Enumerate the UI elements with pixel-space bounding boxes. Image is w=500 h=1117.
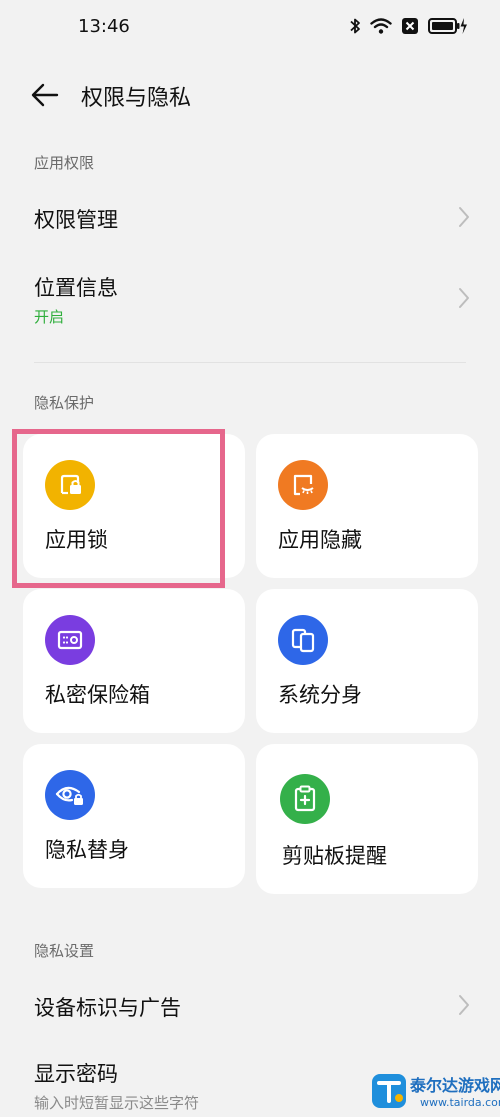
status-bar: 13:46 xyxy=(0,0,500,56)
status-icons xyxy=(349,17,468,35)
location-info-row[interactable]: 位置信息 开启 xyxy=(0,262,500,334)
device-id-ads-row[interactable]: 设备标识与广告 xyxy=(0,980,500,1036)
private-safe-icon xyxy=(45,615,95,665)
wifi-icon xyxy=(370,18,392,34)
app-hide-icon xyxy=(278,460,328,510)
site-watermark: 泰尔达游戏网 www.tairda.com xyxy=(368,1068,500,1117)
chevron-right-icon xyxy=(459,207,469,227)
row-title: 权限管理 xyxy=(34,208,118,232)
arrow-left-icon xyxy=(31,83,59,107)
status-time: 13:46 xyxy=(78,16,130,37)
section-label-privacy-protection: 隐私保护 xyxy=(34,394,95,412)
private-safe-card[interactable]: 私密保险箱 xyxy=(23,589,245,733)
system-clone-icon xyxy=(278,615,328,665)
app-lock-card[interactable]: 应用锁 xyxy=(23,434,245,578)
card-label: 私密保险箱 xyxy=(45,683,150,707)
privacy-double-card[interactable]: 隐私替身 xyxy=(23,744,245,888)
bluetooth-icon xyxy=(350,18,360,34)
show-password-description: 输入时短暂显示这些字符 xyxy=(34,1094,200,1112)
watermark-logo xyxy=(372,1074,406,1108)
card-label: 系统分身 xyxy=(278,683,362,707)
chevron-right-icon xyxy=(459,995,469,1015)
clipboard-reminder-card[interactable]: 剪贴板提醒 xyxy=(256,744,478,894)
row-title: 显示密码 xyxy=(34,1062,118,1086)
clipboard-reminder-icon xyxy=(280,774,330,824)
card-label: 剪贴板提醒 xyxy=(282,844,387,868)
back-button[interactable] xyxy=(30,80,60,110)
location-status: 开启 xyxy=(34,308,65,326)
card-label: 应用锁 xyxy=(45,528,108,552)
privacy-double-icon xyxy=(45,770,95,820)
battery-charging-icon xyxy=(428,18,467,34)
permission-management-row[interactable]: 权限管理 xyxy=(0,190,500,246)
watermark-name: 泰尔达游戏网 xyxy=(410,1076,500,1095)
card-label: 应用隐藏 xyxy=(278,528,362,552)
row-title: 设备标识与广告 xyxy=(34,996,181,1020)
row-title: 位置信息 xyxy=(34,276,118,300)
page-header: 权限与隐私 xyxy=(0,70,500,118)
card-label: 隐私替身 xyxy=(45,838,129,862)
system-clone-card[interactable]: 系统分身 xyxy=(256,589,478,733)
app-lock-icon xyxy=(45,460,95,510)
section-divider xyxy=(34,362,466,363)
sim-off-icon xyxy=(402,18,418,34)
watermark-url: www.tairda.com xyxy=(420,1096,500,1109)
page-title: 权限与隐私 xyxy=(81,86,192,111)
chevron-right-icon xyxy=(459,288,469,308)
section-label-app-permissions: 应用权限 xyxy=(34,154,95,172)
app-hide-card[interactable]: 应用隐藏 xyxy=(256,434,478,578)
section-label-privacy-settings: 隐私设置 xyxy=(34,942,95,960)
